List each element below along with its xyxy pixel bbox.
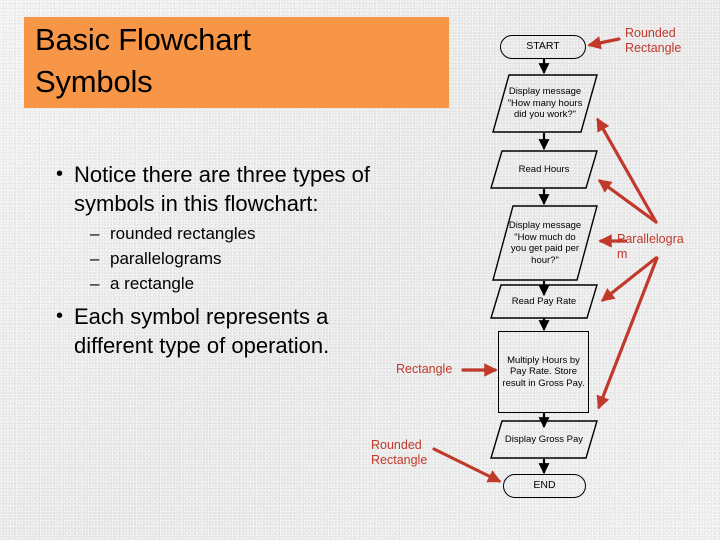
flow-node-multiply-label: Multiply Hours by Pay Rate. Store result… [502,354,585,389]
flow-node-read-pay-rate-label: Read Pay Rate [511,295,577,307]
flow-node-end[interactable]: END [503,474,586,498]
flow-node-end-label: END [533,479,556,492]
flow-node-read-hours-label: Read Hours [518,163,570,175]
flow-node-start-label: START [526,40,560,53]
slide-canvas: Basic Flowchart Symbols • Notice there a… [0,0,720,540]
flow-node-display-gross-pay-label: Display Gross Pay [504,433,584,445]
flow-node-display1-label: Display message "How many hours did you … [507,86,583,121]
annotation-label-rounded-rectangle-top: Rounded Rectangle [625,26,682,55]
flow-node-multiply[interactable]: Multiply Hours by Pay Rate. Store result… [498,331,589,413]
flow-node-display-gross-pay[interactable]: Display Gross Pay [490,420,598,459]
flow-node-start[interactable]: START [500,35,586,59]
flow-node-read-pay-rate[interactable]: Read Pay Rate [490,284,598,319]
flow-node-display2-label: Display message "How much do you get pai… [508,220,582,266]
flow-node-display2[interactable]: Display message "How much do you get pai… [492,205,598,281]
annotation-label-rounded-rectangle-bottom: Rounded Rectangle [371,438,428,467]
flow-node-read-hours[interactable]: Read Hours [490,150,598,189]
annotation-label-parallelogram: Parallelogra m [617,232,684,261]
flow-node-display1[interactable]: Display message "How many hours did you … [492,74,598,133]
flowchart: START Display message "How many hours di… [0,0,720,540]
flowchart-connectors [538,58,550,475]
annotation-label-rectangle: Rectangle [396,362,453,376]
